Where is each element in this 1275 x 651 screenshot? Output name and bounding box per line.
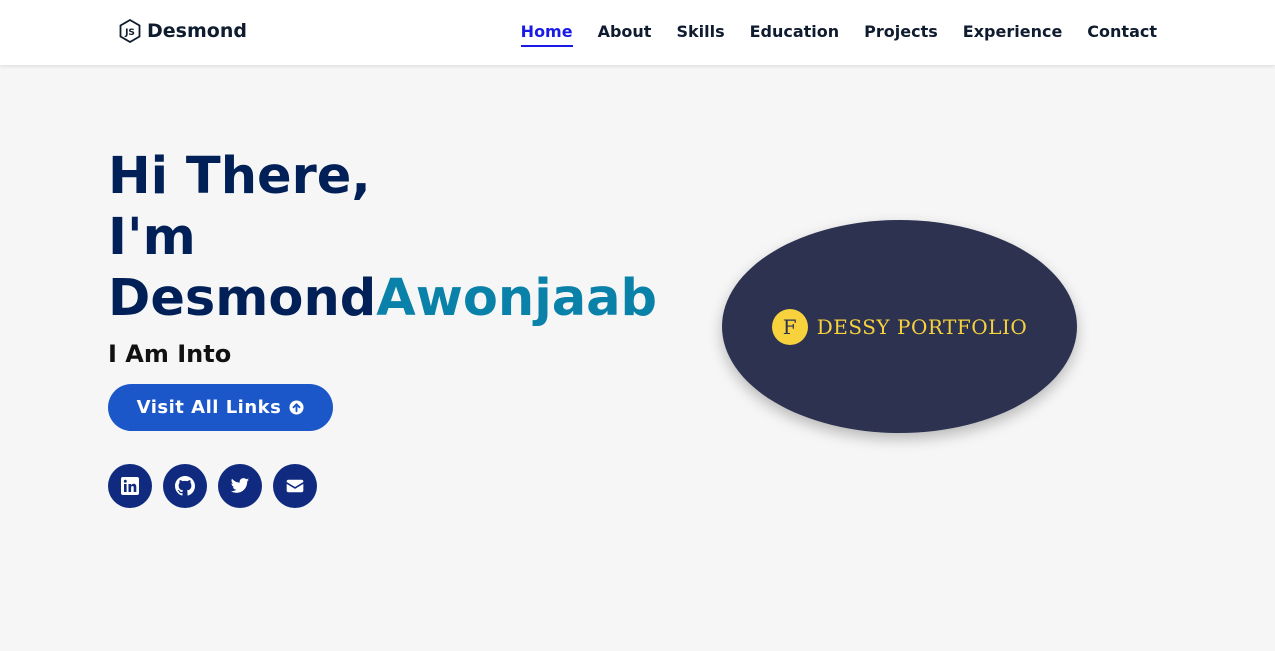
svg-text:JS: JS — [124, 28, 135, 38]
envelope-icon — [286, 479, 304, 493]
nav-education[interactable]: Education — [750, 22, 840, 45]
nav-contact[interactable]: Contact — [1087, 22, 1157, 45]
linkedin-link[interactable] — [108, 464, 152, 508]
first-name: Desmond — [108, 269, 377, 328]
visit-all-links-button[interactable]: Visit All Links — [108, 384, 333, 431]
nav-experience[interactable]: Experience — [963, 22, 1063, 45]
logo-badge: F — [771, 308, 808, 345]
last-name: Awonjaab — [376, 269, 658, 328]
social-links — [108, 464, 317, 508]
greeting-line-2: I'm — [108, 208, 196, 267]
navbar: JS Desmond Home About Skills Education P… — [0, 0, 1275, 65]
twitter-icon — [230, 478, 250, 493]
brand-name: Desmond — [147, 20, 247, 42]
into-label: I Am Into — [108, 340, 232, 368]
nav-skills[interactable]: Skills — [676, 22, 724, 45]
logo-text: DESSY PORTFOLIO — [816, 314, 1028, 339]
nav-home[interactable]: Home — [520, 22, 573, 47]
greeting-line-1: Hi There, — [108, 147, 371, 206]
arrow-circle-up-icon — [289, 400, 304, 415]
visit-all-links-label: Visit All Links — [136, 397, 282, 418]
github-icon — [175, 476, 195, 496]
hero-heading: Hi There, I'm DesmondAwonjaab — [108, 146, 657, 329]
twitter-link[interactable] — [218, 464, 262, 508]
nav-links: Home About Skills Education Projects Exp… — [520, 22, 1157, 47]
brand-link[interactable]: JS Desmond — [119, 19, 247, 43]
hero-intro: Hi There, I'm DesmondAwonjaab I Am Into — [108, 146, 657, 368]
linkedin-icon — [121, 477, 139, 495]
nav-projects[interactable]: Projects — [864, 22, 938, 45]
nav-about[interactable]: About — [598, 22, 652, 45]
portfolio-logo: F DESSY PORTFOLIO — [771, 308, 1028, 345]
github-link[interactable] — [163, 464, 207, 508]
email-link[interactable] — [273, 464, 317, 508]
nodejs-icon: JS — [119, 19, 141, 43]
profile-image: F DESSY PORTFOLIO — [722, 220, 1077, 433]
